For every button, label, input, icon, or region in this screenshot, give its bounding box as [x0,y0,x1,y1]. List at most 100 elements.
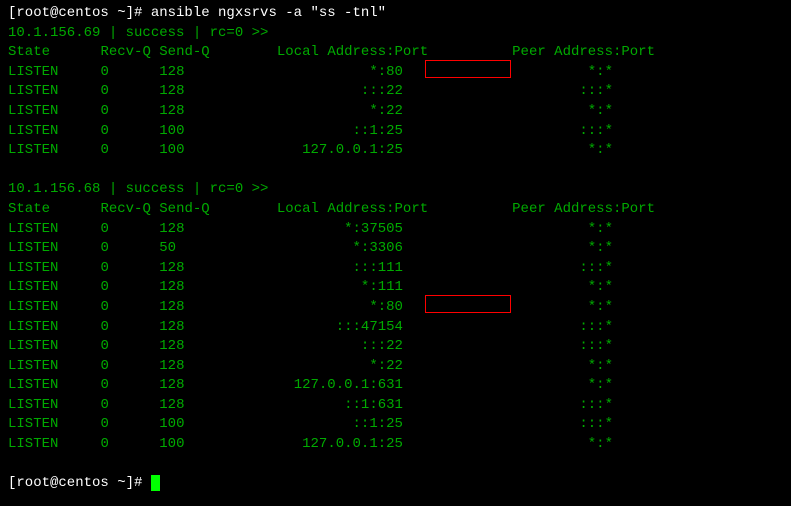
cell-local: *:80 [369,64,403,80]
cell-peer: *:* [588,240,613,256]
cell-state: LISTEN [8,240,58,256]
cell-local: *:22 [369,103,403,119]
cell-peer: :::* [579,260,613,276]
blank-line [8,161,783,181]
cell-peer: *:* [588,103,613,119]
cell-recvq: 0 [100,260,108,276]
cell-recvq: 0 [100,299,108,315]
table-row: LISTEN 0 128 *:80 *:* [8,298,783,318]
cell-peer: :::* [579,83,613,99]
cell-peer: *:* [588,436,613,452]
cell-local: ::1:631 [344,397,403,413]
cell-sendq: 128 [159,260,184,276]
table-row: LISTEN 0 128 *:37505 *:* [8,220,783,240]
cell-sendq: 128 [159,397,184,413]
cell-sendq: 128 [159,358,184,374]
host1-columns: State Recv-Q Send-Q Local Address:Port P… [8,43,783,63]
table-row: LISTEN 0 128 127.0.0.1:631 *:* [8,376,783,396]
cell-sendq: 100 [159,416,184,432]
cell-state: LISTEN [8,358,58,374]
cell-recvq: 0 [100,240,108,256]
cell-local: *:3306 [353,240,403,256]
cell-peer: *:* [588,358,613,374]
cell-local: *:111 [361,279,403,295]
cursor-icon [151,475,160,491]
cell-local: :::22 [361,83,403,99]
cell-recvq: 0 [100,142,108,158]
cell-state: LISTEN [8,123,58,139]
cell-local: 127.0.0.1:25 [302,142,403,158]
cell-peer: :::* [579,416,613,432]
cell-sendq: 128 [159,83,184,99]
cell-recvq: 0 [100,83,108,99]
cell-peer: *:* [588,64,613,80]
cell-sendq: 100 [159,142,184,158]
col-peer: Peer Address:Port [512,44,655,60]
col-recvq: Recv-Q [100,44,150,60]
cell-local: *:22 [369,358,403,374]
highlight-box-icon [425,60,511,78]
cell-local: *:37505 [344,221,403,237]
table-row: LISTEN 0 128 :::22 :::* [8,82,783,102]
cell-peer: :::* [579,397,613,413]
host2-header: 10.1.156.68 | success | rc=0 >> [8,180,783,200]
cell-recvq: 0 [100,358,108,374]
cell-peer: *:* [588,299,613,315]
cell-sendq: 128 [159,221,184,237]
table-row: LISTEN 0 128 *:22 *:* [8,357,783,377]
cell-peer: :::* [579,338,613,354]
col-sendq: Send-Q [159,201,209,217]
col-state: State [8,201,50,217]
cell-local: *:80 [369,299,403,315]
cell-recvq: 0 [100,338,108,354]
cell-recvq: 0 [100,123,108,139]
table-row: LISTEN 0 100 ::1:25 :::* [8,122,783,142]
cell-peer: :::* [579,123,613,139]
cell-peer: *:* [588,142,613,158]
cell-sendq: 50 [159,240,176,256]
cell-recvq: 0 [100,279,108,295]
cell-local: :::47154 [336,319,403,335]
command-prompt-idle[interactable]: [root@centos ~]# [8,474,783,494]
col-local: Local Address:Port [277,44,428,60]
col-local: Local Address:Port [277,201,428,217]
cell-state: LISTEN [8,377,58,393]
cell-recvq: 0 [100,319,108,335]
table-row: LISTEN 0 128 :::22 :::* [8,337,783,357]
col-sendq: Send-Q [159,44,209,60]
cell-recvq: 0 [100,397,108,413]
cell-local: 127.0.0.1:25 [302,436,403,452]
table-row: LISTEN 0 128 *:111 *:* [8,278,783,298]
host2-columns: State Recv-Q Send-Q Local Address:Port P… [8,200,783,220]
cell-peer: *:* [588,221,613,237]
cell-state: LISTEN [8,221,58,237]
cell-sendq: 128 [159,279,184,295]
cell-state: LISTEN [8,416,58,432]
cell-state: LISTEN [8,142,58,158]
table-row: LISTEN 0 128 *:80 *:* [8,63,783,83]
cell-peer: :::* [579,319,613,335]
cell-state: LISTEN [8,260,58,276]
cell-recvq: 0 [100,103,108,119]
cell-local: :::22 [361,338,403,354]
cell-local: :::111 [353,260,403,276]
table-row: LISTEN 0 128 :::47154 :::* [8,318,783,338]
cell-sendq: 128 [159,338,184,354]
cell-recvq: 0 [100,64,108,80]
col-peer: Peer Address:Port [512,201,655,217]
cell-state: LISTEN [8,397,58,413]
cell-sendq: 128 [159,103,184,119]
cell-local: 127.0.0.1:631 [294,377,403,393]
table-row: LISTEN 0 128 *:22 *:* [8,102,783,122]
cell-local: ::1:25 [353,416,403,432]
cell-sendq: 128 [159,319,184,335]
cell-recvq: 0 [100,436,108,452]
cell-recvq: 0 [100,416,108,432]
cell-state: LISTEN [8,83,58,99]
highlight-box-icon [425,295,511,313]
cell-state: LISTEN [8,436,58,452]
cell-state: LISTEN [8,299,58,315]
prompt-text: [root@centos ~]# [8,475,151,491]
col-recvq: Recv-Q [100,201,150,217]
cell-recvq: 0 [100,221,108,237]
